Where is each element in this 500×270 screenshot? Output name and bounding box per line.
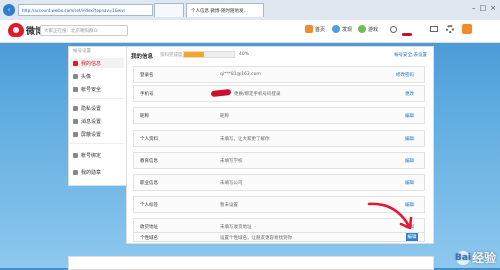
nav-discover-label: 发现: [342, 26, 353, 33]
row-value: 设置个性域名，让朋友更容易找到你: [220, 236, 292, 241]
sidebar-item-block[interactable]: 屏蔽设置: [70, 129, 124, 139]
link-icon: [73, 152, 78, 158]
security-settings-link[interactable]: 帐号安全,去设置: [394, 52, 427, 58]
nav-home-label: 首页: [315, 26, 326, 33]
info-row-domain: 个性域名 设置个性域名，让朋友更容易找到你 编辑: [133, 232, 425, 242]
info-row-career: 职业信息 未填写公司 编辑: [133, 174, 425, 191]
edit-career-link[interactable]: 编辑: [405, 180, 414, 186]
username-redaction: [402, 33, 412, 36]
weibo-logo-icon: [8, 23, 24, 37]
address-bar[interactable]: http://account.weibo.com/set/index?topna…: [18, 4, 153, 16]
row-value: 更换/绑定手机号码登录: [234, 92, 281, 97]
completeness-percent: 40%: [239, 52, 250, 57]
sidebar-item-label: 屏蔽设置: [81, 131, 102, 138]
home-icon: [305, 25, 313, 33]
sidebar-item-security[interactable]: 帐号安全: [70, 84, 124, 94]
row-value: 未填写学校: [220, 159, 243, 164]
search-placeholder: 大家正在搜：北京朝阳群众: [44, 28, 98, 34]
sidebar-item-label: 隐私设置: [81, 105, 102, 112]
sidebar-item-medals[interactable]: 我的勋章: [70, 167, 124, 177]
row-label: 个人标签: [140, 203, 158, 208]
row-label: 教育信息: [140, 159, 158, 164]
row-value: 未填写，让大家更了解你: [220, 137, 270, 142]
sidebar-item-binding[interactable]: 帐号绑定: [70, 150, 124, 160]
row-label: 个人资料: [140, 137, 158, 142]
discover-icon: [332, 25, 340, 33]
edit-profile-link[interactable]: 编辑: [405, 136, 414, 142]
close-button[interactable]: ×: [490, 4, 496, 12]
info-row-phone: 手机号 更换/绑定手机号码登录 更改: [133, 85, 425, 102]
mail-icon[interactable]: [430, 26, 438, 32]
address-url: http://account.weibo.com/set/index?topna…: [22, 7, 126, 13]
sidebar-divider: [70, 143, 124, 144]
row-label: 手机号: [140, 92, 154, 97]
nav-game-label: 游戏: [368, 26, 379, 33]
sidebar-item-label: 我的勋章: [81, 169, 102, 176]
message-icon: [73, 118, 78, 124]
browser-tab[interactable]: 个人信息 微博-随时随地发...: [186, 3, 264, 17]
lock-icon: [73, 105, 78, 111]
gear-icon[interactable]: [446, 25, 454, 33]
sidebar-item-label: 消息设置: [81, 118, 102, 125]
edit-icon[interactable]: [462, 24, 472, 34]
row-label: 登录名: [140, 73, 154, 78]
edit-domain-button[interactable]: 编辑: [406, 233, 418, 241]
row-label: 收货地址: [140, 225, 158, 230]
info-row-nickname: 昵称 昵称 编辑: [133, 107, 425, 124]
nav-discover[interactable]: 发现: [332, 25, 352, 33]
edit-education-link[interactable]: 编辑: [405, 158, 414, 164]
page-title: 我的信息: [131, 54, 154, 60]
sidebar-item-label: 帐号绑定: [81, 152, 102, 159]
annotation-arrow-icon: [367, 202, 413, 230]
row-label: 昵称: [140, 114, 149, 119]
sidebar-item-label: 我的信息: [81, 60, 102, 67]
row-value: 暂未设置: [220, 203, 238, 208]
baidu-watermark: Bai 经验: [454, 249, 496, 266]
sidebar-item-my-info[interactable]: 我的信息: [70, 58, 124, 68]
sidebar-item-avatar[interactable]: 头像: [70, 71, 124, 81]
info-icon: [73, 60, 78, 66]
completeness-label: 资料完成度: [160, 53, 183, 58]
info-row-education: 教育信息 未填写学校 编辑: [133, 152, 425, 169]
row-label: 个性域名: [140, 236, 158, 241]
game-icon: [358, 25, 366, 33]
minimize-button[interactable]: –: [472, 4, 476, 12]
sidebar-item-messages[interactable]: 消息设置: [70, 116, 124, 126]
watermark-text: 经验: [471, 251, 496, 265]
search-input[interactable]: 大家正在搜：北京朝阳群众: [40, 25, 128, 36]
completeness-progress: [183, 51, 235, 58]
sidebar-item-label: 头像: [81, 73, 92, 80]
tab-label: 个人信息 微博-随时随地发...: [191, 8, 248, 14]
phone-redaction: [210, 88, 232, 98]
tab-blank[interactable]: [154, 3, 184, 17]
sidebar-item-label: 帐号安全: [81, 86, 102, 93]
block-icon: [73, 131, 78, 137]
window-controls: – □ ×: [472, 4, 496, 12]
weibo-logo[interactable]: 微博: [8, 23, 44, 37]
row-value: 昵称: [220, 114, 229, 119]
nav-home[interactable]: 首页: [305, 25, 325, 33]
row-value: qi***81@163.com: [220, 72, 261, 77]
user-icon[interactable]: [390, 26, 397, 33]
medal-icon: [73, 169, 78, 175]
info-row-profile: 个人资料 未填写，让大家更了解你 编辑: [133, 130, 425, 147]
avatar-icon: [73, 73, 78, 79]
row-value: 未填写公司: [220, 181, 243, 186]
nav-game[interactable]: 游戏: [358, 25, 378, 33]
edit-nickname-link[interactable]: 编辑: [405, 113, 414, 119]
info-row-login: 登录名 qi***81@163.com 修改密码: [133, 66, 425, 83]
sidebar-item-privacy[interactable]: 隐私设置: [70, 103, 124, 113]
baidu-paw-icon: Bai: [454, 250, 471, 265]
change-phone-link[interactable]: 更改: [405, 91, 414, 97]
maximize-button[interactable]: □: [480, 4, 487, 12]
row-label: 职业信息: [140, 181, 158, 186]
sidebar-divider: [70, 98, 124, 99]
back-button[interactable]: ‹: [3, 4, 15, 16]
progress-fill: [184, 52, 204, 57]
sidebar-title: 帐号设置: [73, 49, 91, 54]
shield-icon: [73, 86, 78, 92]
row-value: 未填写收货地址: [220, 225, 252, 230]
change-password-link[interactable]: 修改密码: [396, 72, 414, 78]
